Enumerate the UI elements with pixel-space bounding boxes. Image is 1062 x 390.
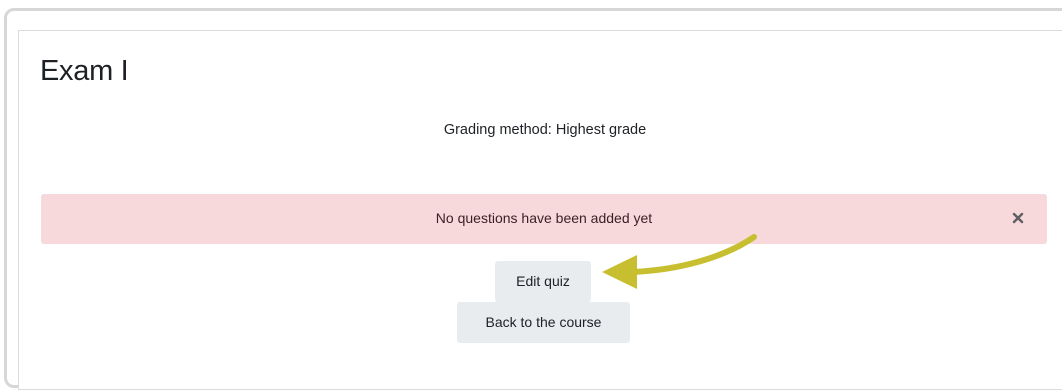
back-to-course-button[interactable]: Back to the course	[457, 302, 630, 343]
edit-quiz-button[interactable]: Edit quiz	[495, 261, 591, 302]
page-title: Exam I	[40, 55, 129, 87]
alert-message: No questions have been added yet	[435, 210, 653, 226]
grading-method-text: Grading method: Highest grade	[443, 122, 647, 138]
no-questions-alert: No questions have been added yet	[41, 194, 1047, 244]
close-icon[interactable]	[1011, 208, 1025, 228]
close-icon-glyph	[1012, 212, 1024, 224]
